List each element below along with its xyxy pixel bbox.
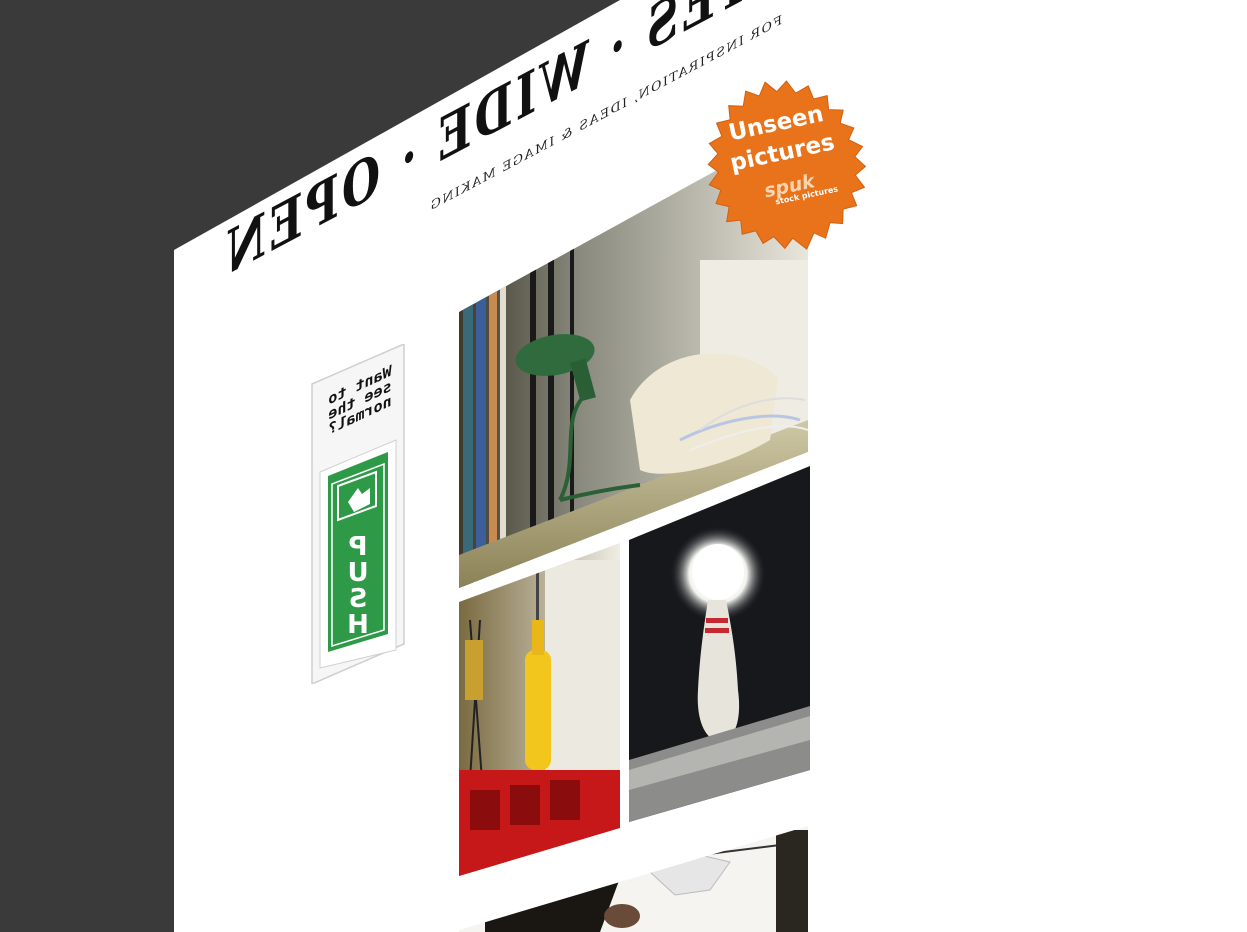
unseen-pictures-badge[interactable]: Unseen pictures spuk stock pictures (700, 66, 866, 266)
push-sign-label[interactable]: P U S H (330, 532, 386, 640)
push-card[interactable]: Want to see the normal? P U S H (310, 344, 406, 684)
bowling-pin-photo[interactable] (629, 466, 811, 826)
push-letter: U (347, 558, 369, 588)
yellow-bottle-photo[interactable] (459, 540, 625, 880)
push-letter: S (348, 584, 368, 614)
push-letter: P (348, 532, 368, 562)
photo-gallery (459, 120, 811, 932)
push-letter: H (347, 610, 369, 640)
